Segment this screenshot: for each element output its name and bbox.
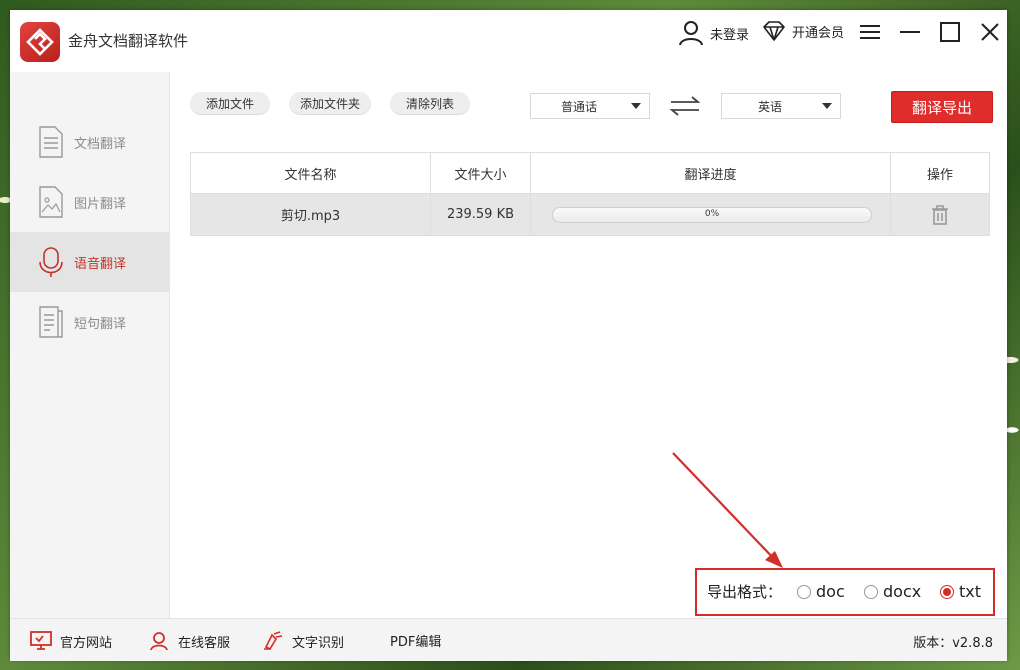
clear-list-button[interactable]: 清除列表 [390, 92, 470, 115]
user-icon [679, 21, 703, 46]
pdf-edit-label: PDF编辑 [390, 635, 442, 650]
export-option-txt[interactable]: txt [940, 582, 981, 601]
export-option-label: docx [883, 582, 922, 601]
diamond-icon [763, 21, 785, 41]
menu-icon[interactable] [857, 19, 883, 45]
column-header-filesize: 文件大小 [431, 153, 531, 193]
sidebar-item-label: 文档翻译 [74, 137, 127, 152]
app-title: 金舟文档翻译软件 [68, 32, 189, 50]
sidebar-item-label: 图片翻译 [74, 197, 127, 212]
progress-text: 0% [704, 209, 720, 219]
customer-service-icon [150, 632, 168, 651]
translate-export-button[interactable]: 翻译导出 [891, 91, 993, 123]
footer-bar: 官方网站 在线客服 文字识别 PDF编辑 版本：v2.8.8 [10, 618, 1007, 661]
image-icon [39, 186, 63, 218]
sidebar: 文档翻译 图片翻译 语音翻译 短句翻译 [10, 72, 170, 618]
minimize-icon[interactable] [897, 19, 923, 45]
vip-label: 开通会员 [792, 25, 845, 41]
app-logo [20, 22, 60, 62]
online-support-link[interactable]: 在线客服 [148, 631, 230, 651]
source-language-value: 普通话 [560, 100, 597, 114]
progress-bar: 0% [552, 207, 872, 223]
sidebar-item-document-translate[interactable]: 文档翻译 [10, 112, 169, 172]
table-header: 文件名称 文件大小 翻译进度 操作 [191, 153, 989, 194]
export-option-label: doc [816, 582, 845, 601]
file-name-cell: 剪切.mp3 [191, 194, 431, 235]
add-folder-button[interactable]: 添加文件夹 [289, 92, 371, 115]
radio-icon [864, 584, 878, 599]
export-option-label: txt [959, 582, 982, 601]
official-website-label: 官方网站 [60, 635, 113, 651]
official-website-link[interactable]: 官方网站 [30, 631, 112, 651]
text-recognition-label: 文字识别 [292, 635, 345, 651]
sidebar-item-label: 语音翻译 [74, 257, 127, 272]
vip-button[interactable]: 开通会员 [762, 20, 844, 42]
target-language-select[interactable]: 英语 [721, 93, 841, 119]
table-row[interactable]: 剪切.mp3 239.59 KB 0% [191, 194, 989, 235]
monitor-icon [30, 631, 52, 650]
sidebar-item-image-translate[interactable]: 图片翻译 [10, 172, 169, 232]
pdf-edit-link[interactable]: PDF编辑 [390, 631, 441, 650]
sidebar-item-label: 短句翻译 [74, 317, 127, 332]
column-header-progress: 翻译进度 [531, 153, 891, 193]
sidebar-item-voice-translate[interactable]: 语音翻译 [10, 232, 169, 292]
text-recognition-link[interactable]: 文字识别 [262, 631, 344, 651]
chevron-down-icon [822, 103, 832, 109]
add-file-button[interactable]: 添加文件 [190, 92, 270, 115]
trash-icon[interactable] [931, 204, 949, 225]
export-option-docx[interactable]: docx [864, 582, 921, 601]
action-cell [891, 194, 989, 235]
app-window: 金舟文档翻译软件 未登录 开通会员 文档翻译 图片翻译 语音翻译 短句翻译 添加… [10, 10, 1007, 661]
file-size-cell: 239.59 KB [431, 194, 531, 235]
column-header-action: 操作 [926, 167, 953, 183]
target-language-value: 英语 [757, 100, 782, 114]
logo-diamond-icon [26, 28, 54, 56]
radio-selected-icon [940, 584, 954, 599]
version-label: 版本：v2.8.8 [913, 636, 993, 651]
source-language-select[interactable]: 普通话 [530, 93, 650, 119]
radio-icon [797, 584, 811, 599]
text-icon [39, 306, 63, 338]
maximize-icon[interactable] [937, 19, 963, 45]
title-bar: 金舟文档翻译软件 未登录 开通会员 [10, 10, 1007, 72]
online-support-label: 在线客服 [178, 635, 231, 651]
microphone-icon [39, 247, 63, 277]
progress-cell: 0% [531, 194, 891, 235]
column-header-filename: 文件名称 [191, 153, 431, 193]
export-option-doc[interactable]: doc [797, 582, 845, 601]
close-icon[interactable] [977, 19, 1003, 45]
login-label: 未登录 [710, 27, 750, 43]
login-button[interactable]: 未登录 [678, 20, 749, 46]
export-format-label: 导出格式： [707, 583, 783, 601]
export-format-group: 导出格式： doc docx txt [695, 568, 995, 616]
swap-languages-icon[interactable] [669, 96, 701, 116]
chevron-down-icon [631, 103, 641, 109]
file-table: 文件名称 文件大小 翻译进度 操作 剪切.mp3 239.59 KB 0% [190, 152, 990, 236]
sidebar-item-sentence-translate[interactable]: 短句翻译 [10, 292, 169, 352]
document-icon [39, 126, 63, 158]
scan-icon [264, 631, 283, 651]
